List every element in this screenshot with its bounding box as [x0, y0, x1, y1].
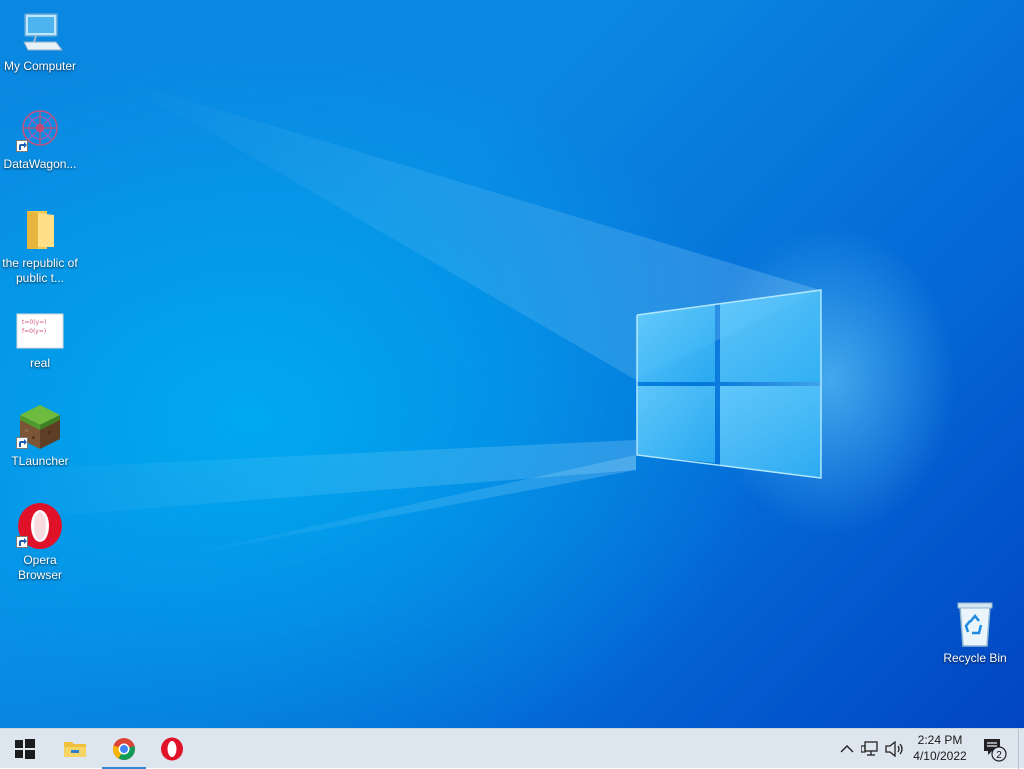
wallpaper-windows-logo	[0, 80, 822, 560]
desktop-icon-real[interactable]: t=0(y=) f=0(y=) real	[0, 305, 80, 371]
shortcut-arrow-icon	[16, 437, 28, 449]
network-status-button[interactable]	[858, 729, 882, 769]
shortcut-arrow-icon	[16, 140, 28, 152]
speaker-icon	[885, 741, 903, 757]
folder-icon	[64, 742, 86, 757]
desktop-icon-tlauncher[interactable]: TLauncher	[0, 403, 80, 469]
datawagon-icon	[16, 106, 64, 154]
taskbar-opera[interactable]	[148, 729, 196, 769]
desktop-icon-opera[interactable]: Opera Browser	[0, 502, 80, 583]
desktop-icon-label: Recycle Bin	[943, 651, 1007, 665]
recycle-bin-icon	[951, 600, 999, 648]
grass-block-icon	[16, 403, 64, 451]
volume-button[interactable]	[882, 729, 906, 769]
clock-time: 2:24 PM	[917, 733, 963, 747]
desktop-icon-label: the republic of public t...	[2, 256, 78, 285]
computer-icon	[16, 8, 64, 56]
taskbar-file-explorer[interactable]	[50, 729, 98, 769]
taskbar-google-chrome[interactable]	[100, 729, 148, 769]
notifications-icon: 2	[984, 739, 1007, 762]
start-button[interactable]	[0, 729, 48, 769]
thumbnail-text-1: t=0(y=)	[22, 319, 46, 326]
action-center-button[interactable]: 2	[978, 729, 1012, 769]
desktop-icon-label: real	[29, 356, 50, 370]
shortcut-arrow-icon	[16, 536, 28, 548]
desktop-icon-datawagon[interactable]: DataWagon...	[0, 106, 80, 172]
opera-icon	[161, 737, 183, 761]
opera-icon	[16, 502, 64, 550]
taskbar: 2:24 PM 4/10/2022 2	[0, 728, 1024, 769]
thumbnail-text-2: f=0(y=)	[22, 328, 46, 335]
show-hidden-icons-button[interactable]	[836, 729, 856, 769]
desktop[interactable]: My Computer DataWagon... the republic of…	[0, 0, 1024, 728]
network-icon	[861, 741, 878, 756]
desktop-icon-label: DataWagon...	[3, 157, 77, 171]
notification-count: 2	[996, 750, 1002, 761]
desktop-icon-label: Opera Browser	[17, 553, 62, 582]
clock-date: 4/10/2022	[913, 749, 967, 763]
chevron-up-icon	[840, 745, 854, 753]
image-thumbnail-icon: t=0(y=) f=0(y=)	[16, 313, 64, 353]
windows-logo-icon	[15, 739, 35, 759]
desktop-icon-folder[interactable]: the republic of public t...	[0, 205, 80, 286]
clock[interactable]: 2:24 PM 4/10/2022	[904, 732, 976, 764]
desktop-icon-my-computer[interactable]: My Computer	[0, 8, 80, 74]
desktop-icon-recycle-bin[interactable]: Recycle Bin	[935, 600, 1015, 666]
desktop-icon-label: My Computer	[3, 59, 77, 73]
folder-icon	[16, 205, 64, 253]
chrome-icon	[112, 738, 135, 760]
desktop-icon-label: TLauncher	[11, 454, 69, 468]
show-desktop-button[interactable]	[1018, 729, 1019, 769]
